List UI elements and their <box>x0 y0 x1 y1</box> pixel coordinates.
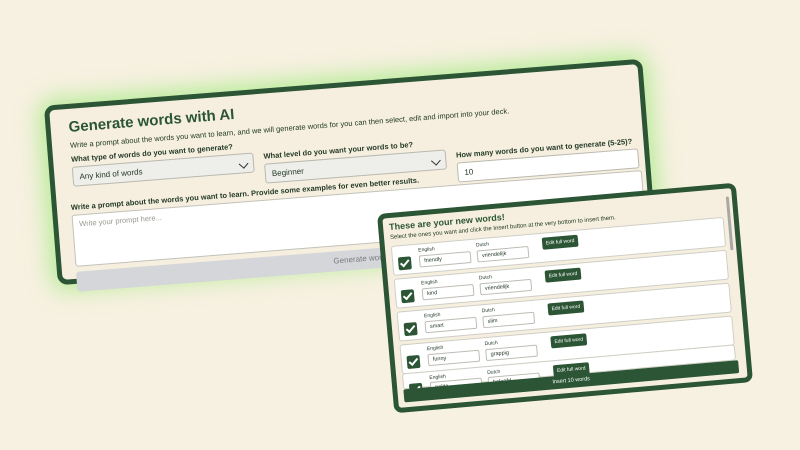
checkbox-checked-icon[interactable] <box>397 256 412 271</box>
prompt-placeholder: Write your prompt here... <box>78 212 163 229</box>
level-value: Beginner <box>271 166 305 179</box>
dutch-label: Dutch <box>481 307 496 315</box>
dutch-input[interactable]: vriendelijk <box>479 278 533 296</box>
english-value: kind <box>426 290 438 297</box>
checkbox-checked-icon[interactable] <box>400 289 415 304</box>
chevron-down-icon <box>238 158 249 169</box>
english-value: funny <box>432 355 447 363</box>
edit-full-word-button[interactable]: Edit full word <box>547 300 585 316</box>
english-input[interactable]: smart <box>424 316 478 334</box>
dutch-label: Dutch <box>478 274 493 282</box>
dutch-label: Dutch <box>484 340 498 348</box>
dutch-input[interactable]: slim <box>482 311 536 329</box>
edit-full-word-button[interactable]: Edit full word <box>550 333 588 349</box>
english-input[interactable]: friendly <box>418 251 472 268</box>
english-label: English <box>418 246 435 254</box>
checkbox-checked-icon[interactable] <box>403 322 418 337</box>
edit-full-word-button[interactable]: Edit full word <box>544 267 582 283</box>
dutch-value: vriendelijk <box>484 283 510 292</box>
english-input[interactable]: funny <box>427 349 481 367</box>
chevron-down-icon <box>430 155 441 166</box>
dutch-value: vriendelijk <box>481 250 507 260</box>
english-value: friendly <box>423 256 443 265</box>
english-label: English <box>426 344 444 353</box>
scrollbar-thumb[interactable] <box>725 196 734 251</box>
dutch-label: Dutch <box>486 368 501 377</box>
generated-words-panel: These are your new words! Select the one… <box>376 182 754 414</box>
word-type-value: Any kind of words <box>79 167 143 182</box>
english-value: smart <box>429 322 444 330</box>
checkbox-checked-icon[interactable] <box>406 354 421 369</box>
dutch-value: grappig <box>490 350 510 358</box>
english-label: English <box>420 279 438 287</box>
english-input[interactable]: kind <box>421 283 475 301</box>
edit-full-word-button[interactable]: Edit full word <box>541 234 579 250</box>
dutch-input[interactable]: vriendelijk <box>476 245 530 263</box>
dutch-label: Dutch <box>475 241 490 249</box>
english-label: English <box>423 311 441 320</box>
dutch-value: slim <box>487 317 498 325</box>
dutch-input[interactable]: grappig <box>485 344 539 362</box>
count-value: 10 <box>464 167 474 178</box>
